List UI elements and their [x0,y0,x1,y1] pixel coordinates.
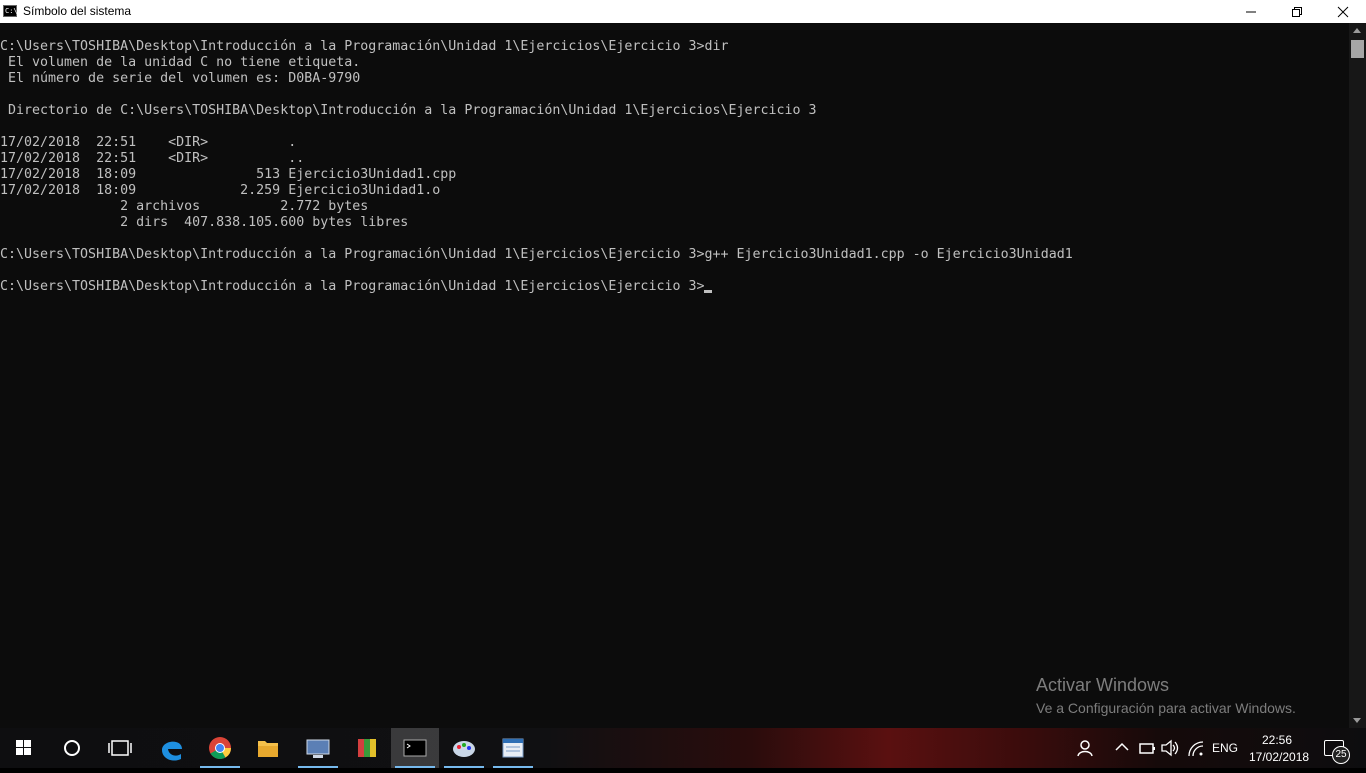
console-line: 17/02/2018 22:51 <DIR> .. [0,151,305,166]
language-indicator[interactable]: ENG [1212,741,1238,755]
winrar-icon [358,739,376,757]
folder-icon [258,741,278,757]
minimize-button[interactable] [1228,0,1274,23]
restore-icon [1292,7,1302,17]
window-titlebar[interactable]: C:\ Símbolo del sistema [0,0,1366,23]
taskbar: ENG 22:56 17/02/2018 25 [0,728,1366,768]
chrome-icon [209,737,231,759]
close-button[interactable] [1320,0,1366,23]
edge-taskbar-button[interactable] [148,728,196,768]
console-prompt: C:\Users\TOSHIBA\Desktop\Introducción a … [0,279,705,294]
chrome-taskbar-button[interactable] [196,728,244,768]
console-line: 17/02/2018 18:09 2.259 Ejercicio3Unidad1… [0,183,441,198]
text-cursor [704,290,713,293]
console-prompt-line[interactable]: C:\Users\TOSHIBA\Desktop\Introducción a … [0,279,713,295]
notification-count-badge: 25 [1332,746,1350,764]
scroll-up-arrow-icon[interactable] [1353,28,1361,33]
close-icon [1337,6,1349,18]
command-prompt-taskbar-button[interactable] [391,728,439,768]
wifi-icon[interactable] [1186,739,1206,757]
cmd-icon [403,739,427,757]
maximize-button[interactable] [1274,0,1320,23]
battery-plug-icon[interactable] [1138,740,1156,756]
console-line: El número de serie del volumen es: D0BA-… [0,71,361,86]
clock-time[interactable]: 22:56 [1262,733,1292,747]
edge-icon [162,741,182,761]
search-button[interactable] [48,728,96,768]
console-line: 17/02/2018 18:09 513 Ejercicio3Unidad1.c… [0,167,457,182]
window-title: Símbolo del sistema [23,4,132,18]
scrollbar-thumb[interactable] [1351,40,1364,58]
people-icon[interactable] [1076,738,1096,758]
start-button[interactable] [0,728,48,768]
paint-taskbar-button[interactable] [440,728,488,768]
cortana-circle-icon [64,740,80,756]
console-line: C:\Users\TOSHIBA\Desktop\Introducción a … [0,39,729,54]
console-line: 17/02/2018 22:51 <DIR> . [0,135,297,150]
console-line: Directorio de C:\Users\TOSHIBA\Desktop\I… [0,103,817,118]
console-line: 2 archivos 2.772 bytes [0,199,369,214]
scroll-down-arrow-icon[interactable] [1353,718,1361,723]
computer-icon [306,739,330,758]
activation-watermark-title: Activar Windows [1036,675,1170,695]
winrar-taskbar-button[interactable] [343,728,391,768]
minimize-icon [1246,11,1256,13]
activation-watermark-subtitle: Ve a Configuración para activar Windows. [1036,700,1296,716]
console-line: El volumen de la unidad C no tiene etiqu… [0,55,361,70]
network-app-taskbar-button[interactable] [294,728,342,768]
volume-icon[interactable] [1160,739,1180,757]
vertical-scrollbar[interactable] [1349,23,1366,728]
windows-logo-icon [16,740,31,755]
notepad-icon [502,738,524,758]
file-explorer-taskbar-button[interactable] [244,728,292,768]
console-line: 2 dirs 407.838.105.600 bytes libres [0,215,409,230]
paint-icon [453,741,475,757]
clock-date[interactable]: 17/02/2018 [1249,750,1309,764]
console-line: C:\Users\TOSHIBA\Desktop\Introducción a … [0,247,1073,262]
console-output[interactable]: C:\Users\TOSHIBA\Desktop\Introducción a … [0,23,1349,728]
task-view-button[interactable] [96,728,144,768]
notepad-app-taskbar-button[interactable] [489,728,537,768]
app-icon-label: C:\ [5,7,18,15]
cmd-app-icon[interactable]: C:\ [3,5,18,17]
chevron-up-icon[interactable] [1115,742,1129,752]
task-view-icon [108,740,132,756]
